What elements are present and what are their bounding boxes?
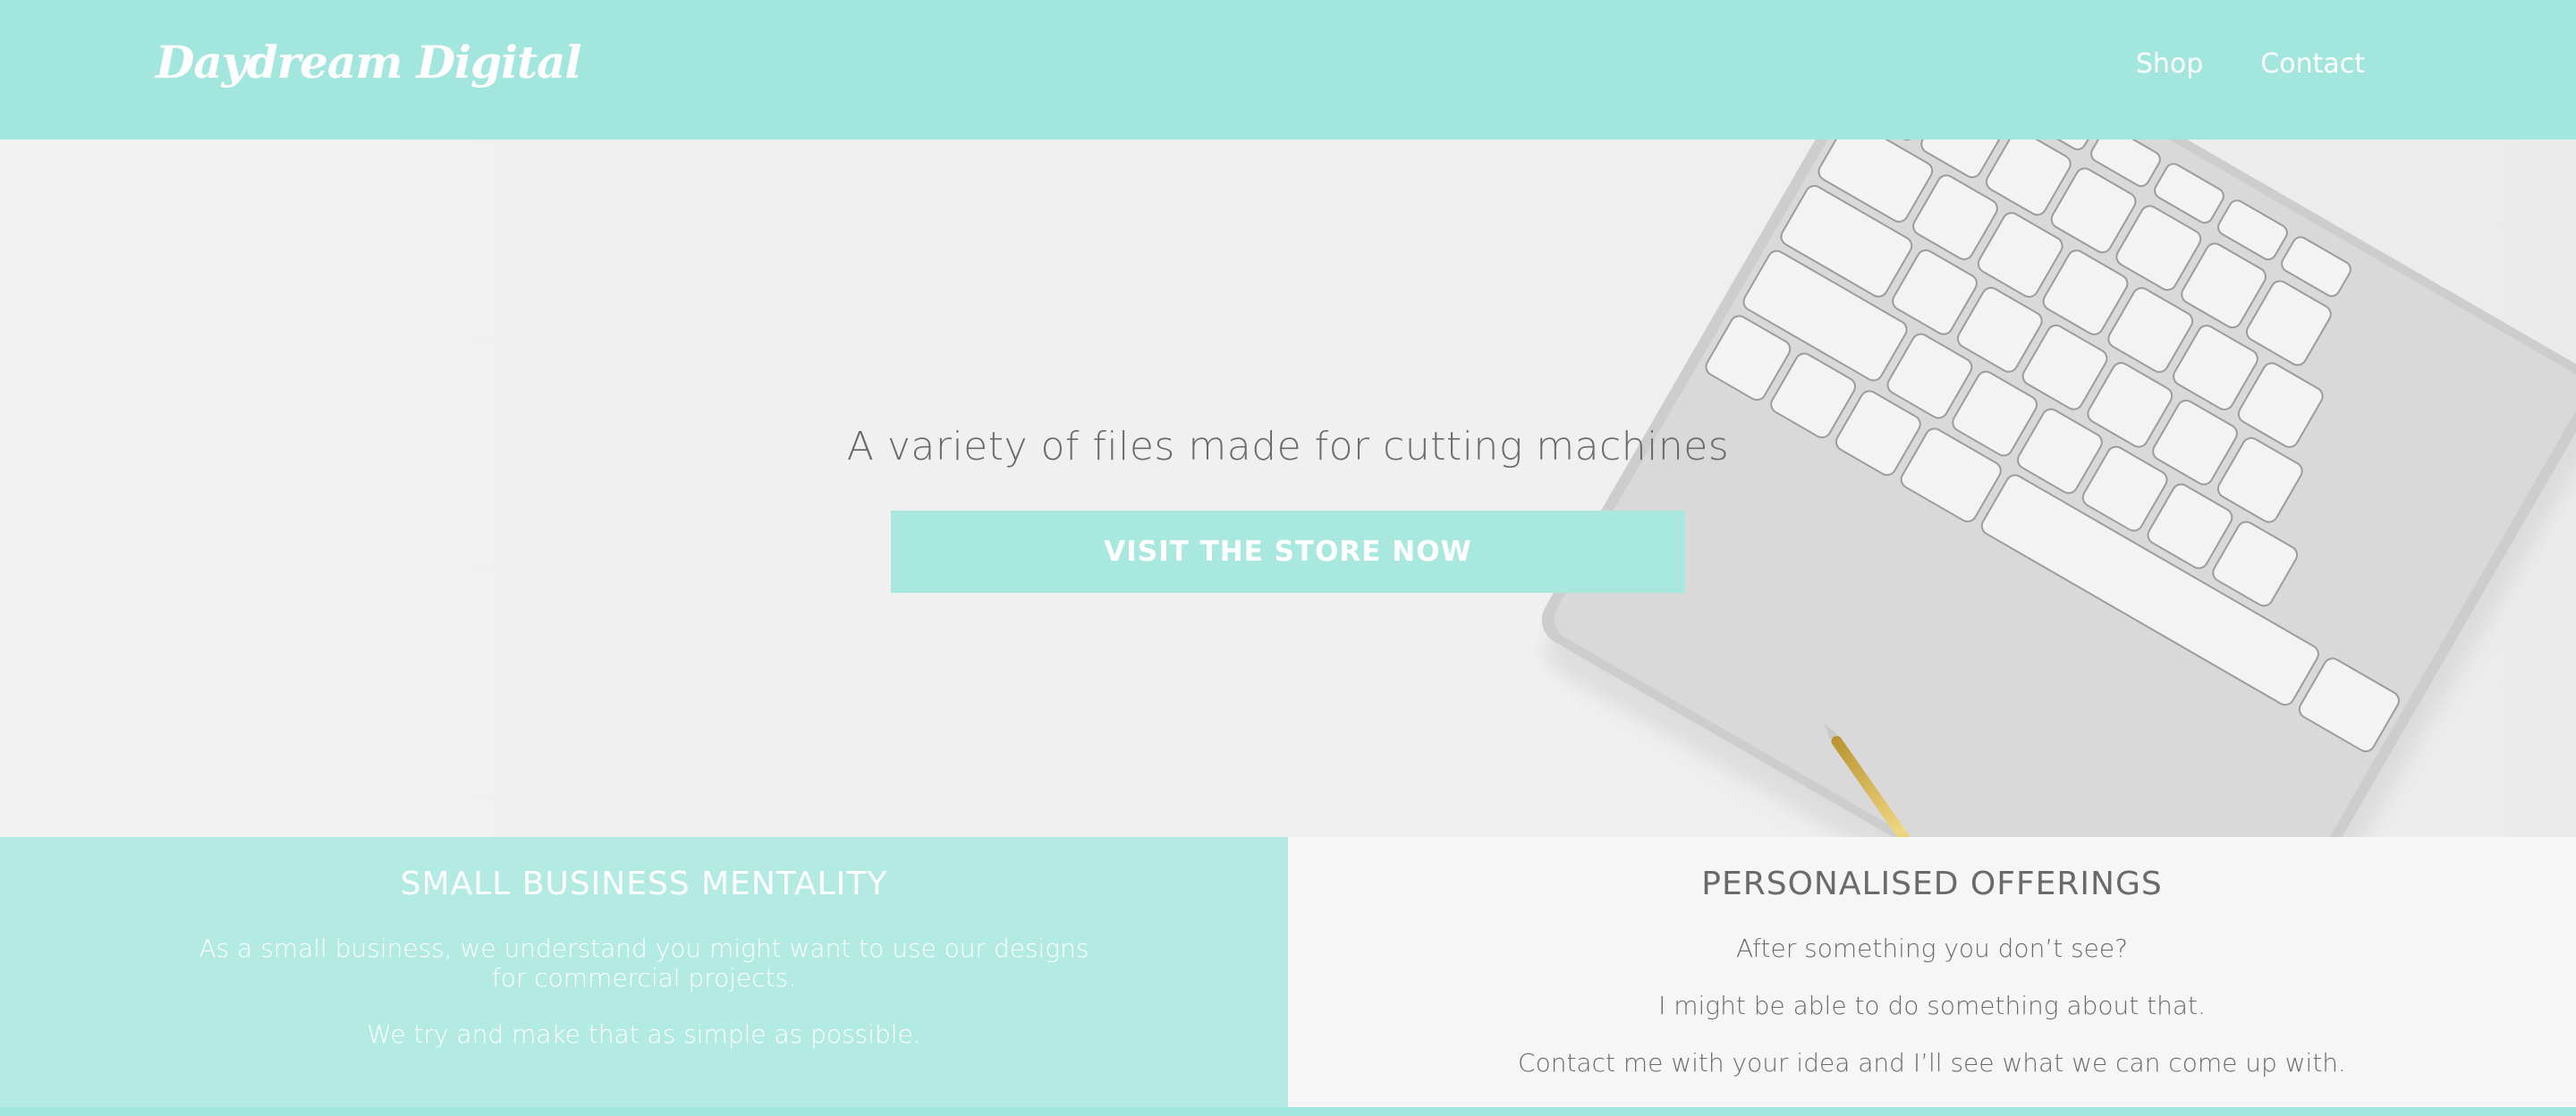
site-header: Daydream Digital Shop Contact xyxy=(0,0,2576,140)
nav-link-contact[interactable]: Contact xyxy=(2260,48,2365,80)
feature-heading: PERSONALISED OFFERINGS xyxy=(1701,866,2163,902)
feature-personalised: PERSONALISED OFFERINGS After something y… xyxy=(1288,837,2576,1107)
keyboard-pen-illustration xyxy=(1541,140,2576,837)
site-logo[interactable]: Daydream Digital xyxy=(156,36,581,89)
feature-paragraph: Contact me with your idea and I’ll see w… xyxy=(1518,1048,2346,1078)
feature-paragraph: I might be able to do something about th… xyxy=(1658,991,2206,1020)
footer-strip xyxy=(0,1107,2576,1116)
feature-paragraph: As a small business, we understand you m… xyxy=(199,934,1089,993)
main-nav: Shop Contact xyxy=(2136,48,2365,80)
nav-link-shop[interactable]: Shop xyxy=(2136,48,2203,80)
feature-small-business: SMALL BUSINESS MENTALITY As a small busi… xyxy=(0,837,1288,1107)
hero-banner: A variety of files made for cutting mach… xyxy=(0,140,2576,837)
feature-heading: SMALL BUSINESS MENTALITY xyxy=(400,866,888,902)
feature-paragraph: After something you don’t see? xyxy=(1736,934,2128,963)
feature-paragraph: We try and make that as simple as possib… xyxy=(367,1019,921,1049)
hero-title: A variety of files made for cutting mach… xyxy=(846,424,1730,469)
visit-store-button[interactable]: VISIT THE STORE NOW xyxy=(891,511,1685,593)
